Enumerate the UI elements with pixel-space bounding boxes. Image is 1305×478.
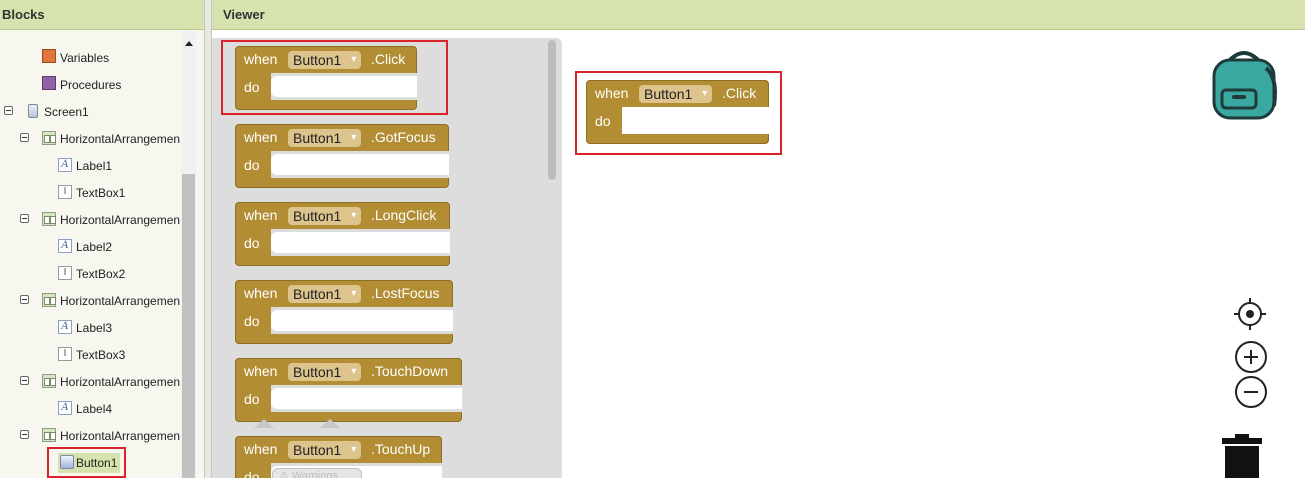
tree-item-label: Label4 [76,402,113,416]
collapsed-triangle-icon [320,419,340,428]
tree-item-label: TextBox2 [76,267,126,281]
event-block-longclick[interactable]: when Button1 .LongClick do [235,202,450,266]
highlight-box [47,447,126,478]
tree-item-label: TextBox1 [76,186,126,200]
viewer-title: Viewer [212,0,1305,30]
tree-item-label: HorizontalArrangemen [60,375,181,389]
component-dropdown[interactable]: Button1 [288,207,362,225]
event-name: .LongClick [371,207,437,223]
textbox-icon: I [58,185,72,199]
event-name: .TouchUp [371,441,431,457]
screen-icon [28,104,38,118]
blocks-panel-title: Blocks [0,0,204,30]
collapsed-triangle-icon [254,419,274,428]
label-icon: A [58,158,72,172]
event-block-lostfocus[interactable]: when Button1 .LostFocus do [235,280,453,344]
component-dropdown[interactable]: Button1 [288,363,362,381]
event-name: .LostFocus [371,285,440,301]
do-keyword: do [244,313,260,329]
component-dropdown[interactable]: Button1 [288,129,362,147]
tree-item-label: Variables [60,51,110,65]
component-dropdown[interactable]: Button1 [288,441,362,459]
tree-item-label: Label2 [76,240,113,254]
when-keyword: when [244,207,278,223]
collapse-toggle-icon[interactable] [20,214,29,223]
collapse-toggle-icon[interactable] [4,106,13,115]
horizontal-arrangement-icon [42,428,56,442]
flyout-scrollbar[interactable] [548,40,556,180]
do-keyword: do [244,235,260,251]
collapse-toggle-icon[interactable] [20,430,29,439]
event-name: .GotFocus [371,129,436,145]
event-block-touchdown[interactable]: when Button1 .TouchDown do [235,358,462,422]
do-keyword: do [244,157,260,173]
zoom-in-icon[interactable] [1235,341,1267,373]
do-keyword: do [244,469,260,478]
blocks-scrollbar[interactable] [181,31,196,478]
scrollbar-thumb[interactable] [182,174,195,478]
label-icon: A [58,239,72,253]
tree-item-label: TextBox3 [76,348,126,362]
textbox-icon: I [58,347,72,361]
label-icon: A [58,401,72,415]
tree-item-label: Label3 [76,321,113,335]
collapse-toggle-icon[interactable] [20,376,29,385]
label-icon: A [58,320,72,334]
tree-item-label: Procedures [60,78,122,92]
procedures-square-icon [42,76,56,90]
scroll-up-arrow-icon[interactable] [185,41,193,46]
tree-item-label: HorizontalArrangemen [60,213,181,227]
tree-item-label: HorizontalArrangemen [60,132,181,146]
backpack-icon[interactable] [1208,48,1280,120]
when-keyword: when [244,285,278,301]
highlight-box [221,40,448,115]
collapse-toggle-icon[interactable] [20,295,29,304]
do-keyword: do [244,391,260,407]
horizontal-arrangement-icon [42,212,56,226]
tree-item-label: Label1 [76,159,113,173]
highlight-box [575,71,782,155]
when-keyword: when [244,441,278,457]
horizontal-arrangement-icon [42,131,56,145]
panel-divider[interactable] [204,0,212,478]
when-keyword: when [244,129,278,145]
tree-item-label: Screen1 [44,105,89,119]
horizontal-arrangement-icon [42,374,56,388]
textbox-icon: I [58,266,72,280]
collapse-toggle-icon[interactable] [20,133,29,142]
tree-item-label: HorizontalArrangemen [60,429,181,443]
horizontal-arrangement-icon [42,293,56,307]
event-name: .TouchDown [371,363,449,379]
tree-item-label: HorizontalArrangemen [60,294,181,308]
warnings-indicator[interactable]: ⚠ Warnings [272,468,362,478]
trash-icon[interactable] [1222,434,1262,478]
event-block-gotfocus[interactable]: when Button1 .GotFocus do [235,124,449,188]
recenter-icon[interactable] [1234,298,1266,330]
blocks-tree: Variables Procedures Screen1 HorizontalA… [0,31,181,478]
component-dropdown[interactable]: Button1 [288,285,362,303]
variables-square-icon [42,49,56,63]
when-keyword: when [244,363,278,379]
zoom-out-icon[interactable] [1235,376,1267,408]
blocks-panel: Blocks Variables Procedures Screen1 Hori… [0,0,204,478]
